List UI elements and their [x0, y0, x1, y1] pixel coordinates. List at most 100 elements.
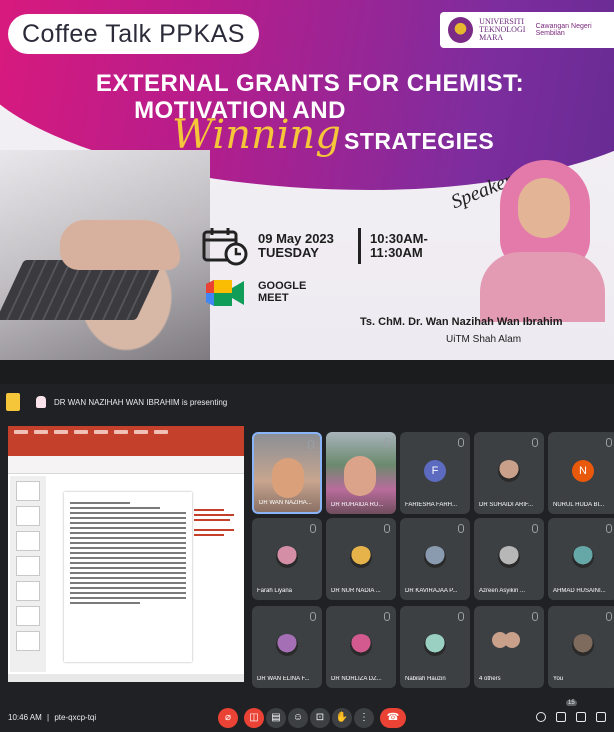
event-date: 09 May 2023 TUESDAY	[258, 232, 334, 260]
participant-tile[interactable]: F FARIESHA FARH...	[400, 432, 470, 514]
presenting-text: DR WAN NAZIHAH WAN IBRAHIM is presenting	[54, 397, 228, 407]
university-name: UNIVERSITI TEKNOLOGI MARA	[479, 17, 526, 42]
presenting-bar: DR WAN NAZIHAH WAN IBRAHIM is presenting	[6, 390, 606, 414]
emoji-icon[interactable]: ☺	[288, 708, 308, 728]
avatar	[498, 546, 520, 568]
event-time: 10:30AM- 11:30AM	[370, 232, 428, 260]
mic-muted-icon	[532, 438, 538, 447]
slide-notes	[194, 506, 240, 539]
avatar	[572, 634, 594, 656]
participant-name: Farah Liyana	[257, 588, 293, 594]
platform-text: GOOGLE MEET	[258, 280, 306, 304]
participant-tile[interactable]: Farah Liyana	[252, 518, 322, 600]
mic-muted-icon	[384, 524, 390, 533]
participant-tile[interactable]: DR SUHAIDI ARIF...	[474, 432, 544, 514]
participant-tile[interactable]: You	[548, 606, 614, 688]
shared-poster: Coffee Talk PPKAS UNIVERSITI TEKNOLOGI M…	[0, 0, 614, 360]
activities-icon[interactable]	[596, 712, 606, 722]
participant-name: FARIESHA FARH...	[405, 502, 458, 508]
avatar	[498, 460, 520, 482]
meeting-code: pte-qxcp-tqi	[54, 713, 97, 722]
mic-muted-icon	[310, 612, 316, 621]
participant-tile[interactable]: N NURUL HUDA BI...	[548, 432, 614, 514]
participant-tile[interactable]: DR NUR NADIA ...	[326, 518, 396, 600]
participant-name: DR KAVIRAJAA P...	[405, 588, 458, 594]
participant-name: DR WAN NAZIHA...	[259, 500, 312, 506]
camera-off-icon[interactable]: ◫	[244, 708, 264, 728]
google-meet-icon	[206, 280, 244, 306]
avatar	[572, 546, 594, 568]
bottom-bar: 10:46 AM | pte-qxcp-tqi ⌀ ◫ ▤ ☺ ⊡ ✋ ⋮ ☎ …	[0, 700, 614, 732]
mic-muted-icon	[458, 612, 464, 621]
hand-graphic	[60, 220, 180, 270]
participant-tile[interactable]: Azreen Asyikin ...	[474, 518, 544, 600]
mic-muted-icon	[606, 612, 612, 621]
event-time-end: 11:30AM	[370, 245, 423, 260]
participant-tile[interactable]: DR KAVIRAJAA P...	[400, 518, 470, 600]
avatar	[504, 632, 520, 648]
divider	[358, 228, 361, 264]
series-title: Coffee Talk PPKAS	[8, 14, 259, 54]
people-icon[interactable]	[556, 712, 566, 722]
mic-muted-icon	[308, 440, 314, 449]
mic-off-icon[interactable]: ⌀	[218, 708, 238, 728]
participant-tile[interactable]: 4 others	[474, 606, 544, 688]
avatar: N	[572, 460, 594, 482]
presentation-icon[interactable]	[6, 393, 20, 411]
avatar	[350, 634, 372, 656]
participant-name: Azreen Asyikin ...	[479, 588, 526, 594]
participant-tile[interactable]: Nabilah Hauzin	[400, 606, 470, 688]
avatar	[276, 634, 298, 656]
event-date-value: 09 May 2023	[258, 231, 334, 246]
title-line-3: STRATEGIES	[344, 128, 495, 154]
participant-tile[interactable]: DR WAN NAZIHA...	[252, 432, 322, 514]
avatar	[276, 546, 298, 568]
present-icon[interactable]: ⊡	[310, 708, 330, 728]
more-icon[interactable]: ⋮	[354, 708, 374, 728]
mic-muted-icon	[384, 612, 390, 621]
presenter-avatar-icon	[36, 396, 46, 408]
participant-name: 4 others	[479, 676, 501, 682]
mic-muted-icon	[458, 524, 464, 533]
avatar	[424, 634, 446, 656]
people-count: 15	[566, 700, 577, 706]
platform-line-1: GOOGLE	[258, 280, 307, 292]
raise-hand-icon[interactable]: ✋	[332, 708, 352, 728]
meeting-time: 10:46 AM	[8, 713, 42, 722]
platform-line-2: MEET	[258, 292, 289, 304]
participant-name: You	[553, 676, 564, 682]
campus-name: Cawangan Negeri Sembilan	[535, 23, 592, 37]
hang-up-icon[interactable]: ☎	[380, 708, 406, 728]
avatar	[424, 546, 446, 568]
meet-window: DR WAN NAZIHAH WAN IBRAHIM is presenting	[0, 384, 614, 732]
mic-muted-icon	[310, 524, 316, 533]
participant-tile[interactable]: AHMAD HUSAINI...	[548, 518, 614, 600]
slide-canvas	[64, 492, 192, 662]
participant-name: AHMAD HUSAINI...	[553, 588, 606, 594]
participant-tile[interactable]: DR RUHAIDA RU...	[326, 432, 396, 514]
meeting-time-code: 10:46 AM | pte-qxcp-tqi	[8, 713, 97, 722]
mic-muted-icon	[606, 438, 612, 447]
speaker-photo	[480, 160, 605, 322]
speaker-body	[480, 252, 605, 322]
mic-muted-icon	[384, 438, 390, 447]
mic-muted-icon	[606, 524, 612, 533]
calendar-clock-icon	[202, 228, 248, 266]
mic-muted-icon	[458, 438, 464, 447]
info-icon[interactable]	[536, 712, 546, 722]
mic-muted-icon	[532, 524, 538, 533]
shared-screen[interactable]	[8, 426, 244, 682]
laptop-photo	[0, 150, 210, 360]
participant-tile[interactable]: DR WAN ELINA F...	[252, 606, 322, 688]
participant-name: DR NORLIZA DZ...	[331, 676, 382, 682]
event-day: TUESDAY	[258, 245, 319, 260]
title-line-1: EXTERNAL GRANTS FOR CHEMIST:	[95, 70, 525, 97]
participant-tile[interactable]: DR NORLIZA DZ...	[326, 606, 396, 688]
avatar: F	[424, 460, 446, 482]
ppt-ribbon	[8, 426, 244, 456]
participant-name: DR WAN ELINA F...	[257, 676, 310, 682]
speaker-face	[518, 178, 570, 238]
captions-icon[interactable]: ▤	[266, 708, 286, 728]
chat-icon[interactable]	[576, 712, 586, 722]
ppt-statusbar	[8, 674, 244, 682]
